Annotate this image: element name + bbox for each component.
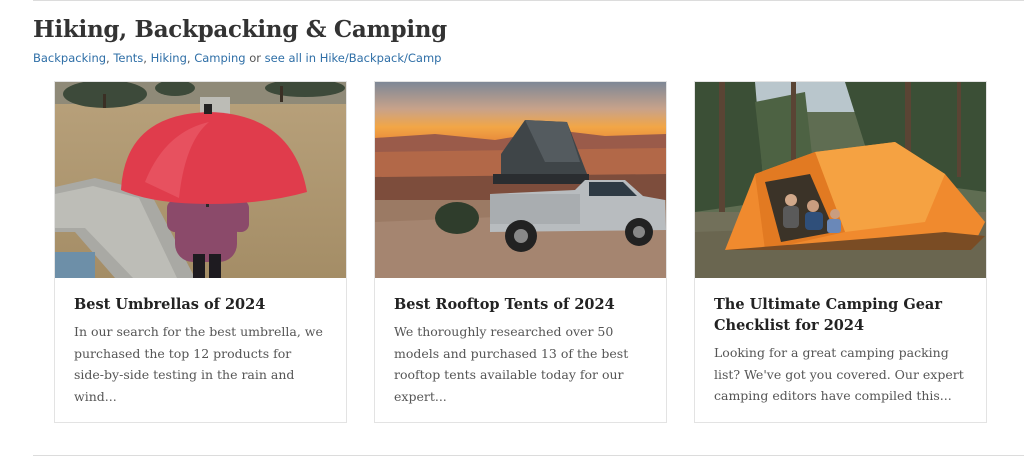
bottom-divider: [33, 455, 1024, 456]
link-separator: ,: [143, 51, 151, 65]
card-title[interactable]: Best Umbrellas of 2024: [74, 294, 334, 315]
link-or-text: or: [245, 51, 265, 65]
link-see-all[interactable]: see all in Hike/Backpack/Camp: [265, 51, 442, 65]
article-card-umbrellas[interactable]: Best Umbrellas of 2024 In our search for…: [54, 81, 347, 423]
orange-camping-tent-photo[interactable]: [695, 82, 986, 278]
card-excerpt: Looking for a great camping packing list…: [714, 345, 964, 403]
card-title[interactable]: Best Rooftop Tents of 2024: [394, 294, 654, 315]
card-excerpt: We thoroughly researched over 50 models …: [394, 324, 629, 404]
rooftop-tent-truck-photo[interactable]: [375, 82, 666, 278]
section-title: Hiking, Backpacking & Camping: [33, 16, 447, 43]
top-divider: [33, 0, 1024, 1]
link-camping[interactable]: Camping: [194, 51, 245, 65]
link-backpacking[interactable]: Backpacking: [33, 51, 106, 65]
card-excerpt: In our search for the best umbrella, we …: [74, 324, 323, 404]
category-links: Backpacking, Tents, Hiking, Camping or s…: [33, 51, 441, 65]
article-card-camping-checklist[interactable]: The Ultimate Camping Gear Checklist for …: [694, 81, 987, 423]
link-hiking[interactable]: Hiking: [151, 51, 187, 65]
link-tents[interactable]: Tents: [113, 51, 143, 65]
red-umbrella-photo[interactable]: [55, 82, 346, 278]
article-card-rooftop-tents[interactable]: Best Rooftop Tents of 2024 We thoroughly…: [374, 81, 667, 423]
card-title[interactable]: The Ultimate Camping Gear Checklist for …: [714, 294, 974, 336]
